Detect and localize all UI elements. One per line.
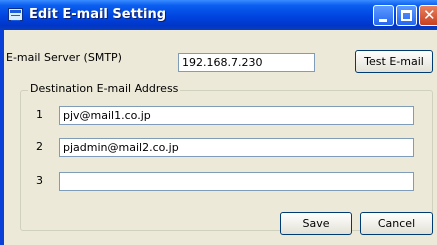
window-title: Edit E-mail Setting xyxy=(29,7,167,22)
app-window-icon xyxy=(8,8,23,21)
test-email-button[interactable]: Test E-mail xyxy=(355,50,433,73)
minimize-icon xyxy=(379,19,387,22)
title-bar[interactable]: Edit E-mail Setting ✕ xyxy=(0,0,437,30)
maximize-icon xyxy=(401,10,412,21)
smtp-server-input[interactable]: 192.168.7.230 xyxy=(178,53,315,72)
destination-index-1: 1 xyxy=(36,108,43,121)
minimize-button[interactable] xyxy=(373,5,394,26)
destination-email-input-1[interactable]: pjv@mail1.co.jp xyxy=(59,106,414,125)
destination-group-label: Destination E-mail Address xyxy=(28,82,181,96)
close-button[interactable]: ✕ xyxy=(419,5,437,26)
destination-email-input-3[interactable] xyxy=(59,172,414,191)
dialog-window: Edit E-mail Setting ✕ E-mail Server (SMT… xyxy=(0,0,437,245)
destination-index-2: 2 xyxy=(36,140,43,153)
destination-email-input-2[interactable]: pjadmin@mail2.co.jp xyxy=(59,138,414,157)
save-button[interactable]: Save xyxy=(280,212,352,235)
cancel-button[interactable]: Cancel xyxy=(360,212,433,235)
destination-index-3: 3 xyxy=(36,174,43,187)
dialog-body: E-mail Server (SMTP) 192.168.7.230 Test … xyxy=(4,30,437,245)
maximize-button[interactable] xyxy=(396,5,417,26)
smtp-label: E-mail Server (SMTP) xyxy=(6,51,122,64)
close-icon: ✕ xyxy=(423,6,436,24)
